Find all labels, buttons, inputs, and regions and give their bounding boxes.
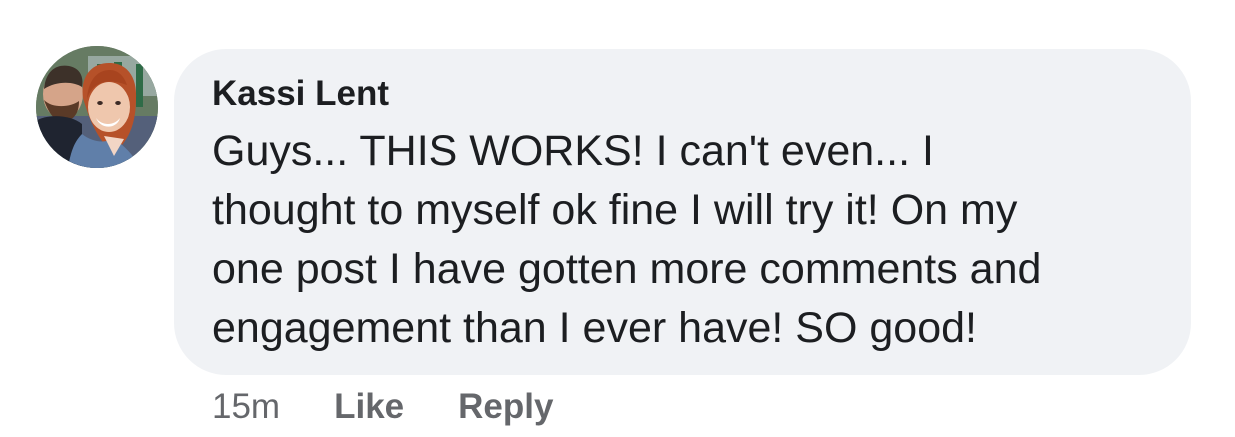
profile-photo-icon — [36, 46, 158, 168]
like-button[interactable]: Like — [334, 386, 404, 428]
comment-timestamp[interactable]: 15m — [212, 386, 280, 428]
comment-text-line: engagement than I ever have! SO good! — [212, 304, 977, 352]
comment-text-line: Guys... THIS WORKS! I can't even... I — [212, 127, 934, 175]
author-avatar[interactable] — [36, 46, 158, 168]
comment-text: Guys... THIS WORKS! I can't even... I th… — [212, 122, 1153, 358]
comment-text-line: one post I have gotten more comments and — [212, 245, 1042, 293]
comment-author-name[interactable]: Kassi Lent — [212, 73, 1153, 115]
reply-button[interactable]: Reply — [458, 386, 553, 428]
comment-text-line: thought to myself ok fine I will try it!… — [212, 186, 1018, 234]
comment-bubble: Kassi Lent Guys... THIS WORKS! I can't e… — [174, 49, 1191, 375]
comment-actions: 15m Like Reply — [212, 386, 553, 428]
